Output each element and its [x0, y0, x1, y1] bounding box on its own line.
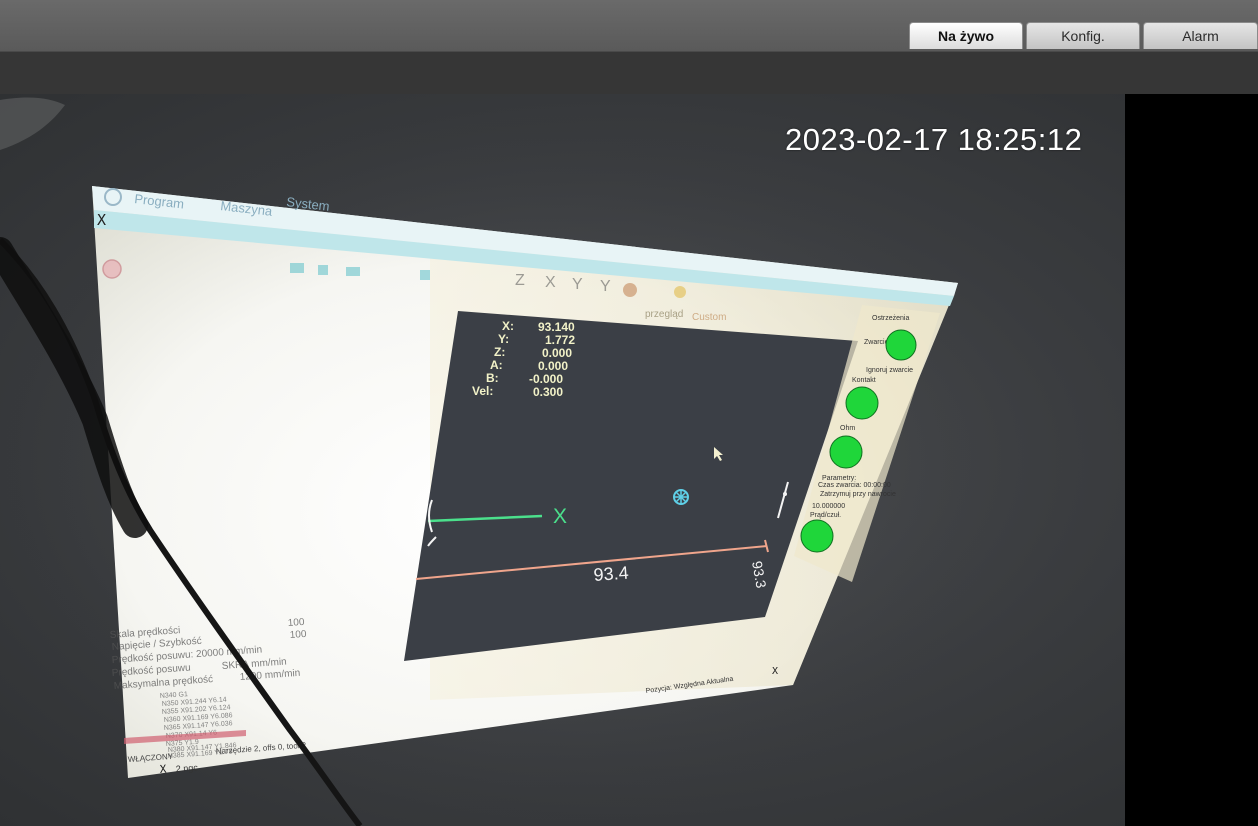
param-rapid-value: 100 — [289, 629, 307, 641]
tool-position-icon — [673, 489, 689, 505]
camera-video-feed[interactable]: Program Maszyna System X Z X Y Y X: 93.1… — [0, 94, 1125, 826]
dro-value-vel: 0.300 — [533, 385, 563, 399]
file-name: 2.ngc — [175, 762, 198, 774]
pause-icon[interactable] — [346, 267, 360, 276]
extent-marker — [783, 492, 787, 496]
dro-value-b: -0.000 — [529, 372, 563, 386]
run-icon[interactable] — [290, 263, 304, 273]
value-field: 10.000000 — [812, 503, 845, 510]
contact-label: Kontakt — [852, 377, 876, 384]
dro-value-a: 0.000 — [538, 359, 568, 373]
params-label: Parametry: — [822, 475, 856, 482]
x-window-glyph: X — [97, 211, 106, 229]
short-led-indicator — [885, 329, 917, 361]
tab-custom[interactable]: Custom — [692, 312, 726, 323]
dro-axis-b: B: — [486, 371, 499, 385]
param-speed-scale-value: 100 — [287, 617, 305, 629]
x-status-glyph: X — [159, 763, 167, 776]
contact-led-indicator — [845, 386, 879, 420]
current-label: Prąd/czuł. — [810, 512, 841, 519]
tab-live[interactable]: Na żywo — [909, 22, 1023, 49]
plot-icon[interactable] — [674, 286, 686, 298]
dimension-horizontal: 93.4 — [593, 563, 629, 585]
dro-value-z: 0.000 — [542, 346, 572, 360]
stop-icon[interactable] — [420, 270, 430, 280]
main-tabs: Na żywo Konfig. Alarm — [909, 22, 1258, 49]
video-timestamp: 2023-02-17 18:25:12 — [785, 122, 1083, 157]
view-x-icon[interactable]: X — [545, 274, 556, 291]
current-led-indicator — [800, 519, 834, 553]
tab-alarm[interactable]: Alarm — [1143, 22, 1258, 49]
clear-icon[interactable] — [623, 283, 637, 297]
ignore-short-label: Ignoruj zwarcie — [866, 367, 913, 374]
dro-value-x: 93.140 — [538, 320, 575, 334]
ohm-label: Ohm — [840, 425, 855, 432]
short-label: Zwarcie — [864, 339, 889, 346]
top-bar: Na żywo Konfig. Alarm — [0, 0, 1258, 52]
toolbar-strip — [0, 52, 1258, 94]
view-z-icon[interactable]: Z — [515, 272, 525, 289]
ohm-led-indicator — [829, 435, 863, 469]
camera-scene: Program Maszyna System X Z X Y Y X: 93.1… — [0, 97, 1040, 826]
foreground-object — [0, 97, 65, 150]
dro-value-y: 1.772 — [545, 333, 575, 347]
view-p-icon[interactable]: Y — [600, 278, 611, 295]
step-icon[interactable] — [318, 265, 328, 275]
dro-axis-y: Y: — [498, 332, 509, 346]
x-origin-marker: X — [553, 505, 567, 528]
stop-on-return-label: Zatrzymuj przy nawrocie — [820, 491, 896, 498]
tab-config[interactable]: Konfig. — [1026, 22, 1140, 49]
dro-axis-vel: Vel: — [472, 384, 493, 398]
dro-axis-z: Z: — [494, 345, 505, 359]
estop-icon[interactable] — [102, 259, 122, 279]
tab-preview[interactable]: przegląd — [645, 309, 683, 320]
video-letterbox — [1125, 94, 1258, 826]
dro-axis-a: A: — [490, 358, 503, 372]
short-time-label: Czas zwarcia: 00:00:00 — [818, 482, 891, 489]
view-y-icon[interactable]: Y — [572, 276, 583, 293]
corner-x-glyph: X — [772, 666, 778, 677]
dro-axis-x: X: — [502, 319, 514, 333]
warnings-label: Ostrzeżenia — [872, 315, 909, 322]
